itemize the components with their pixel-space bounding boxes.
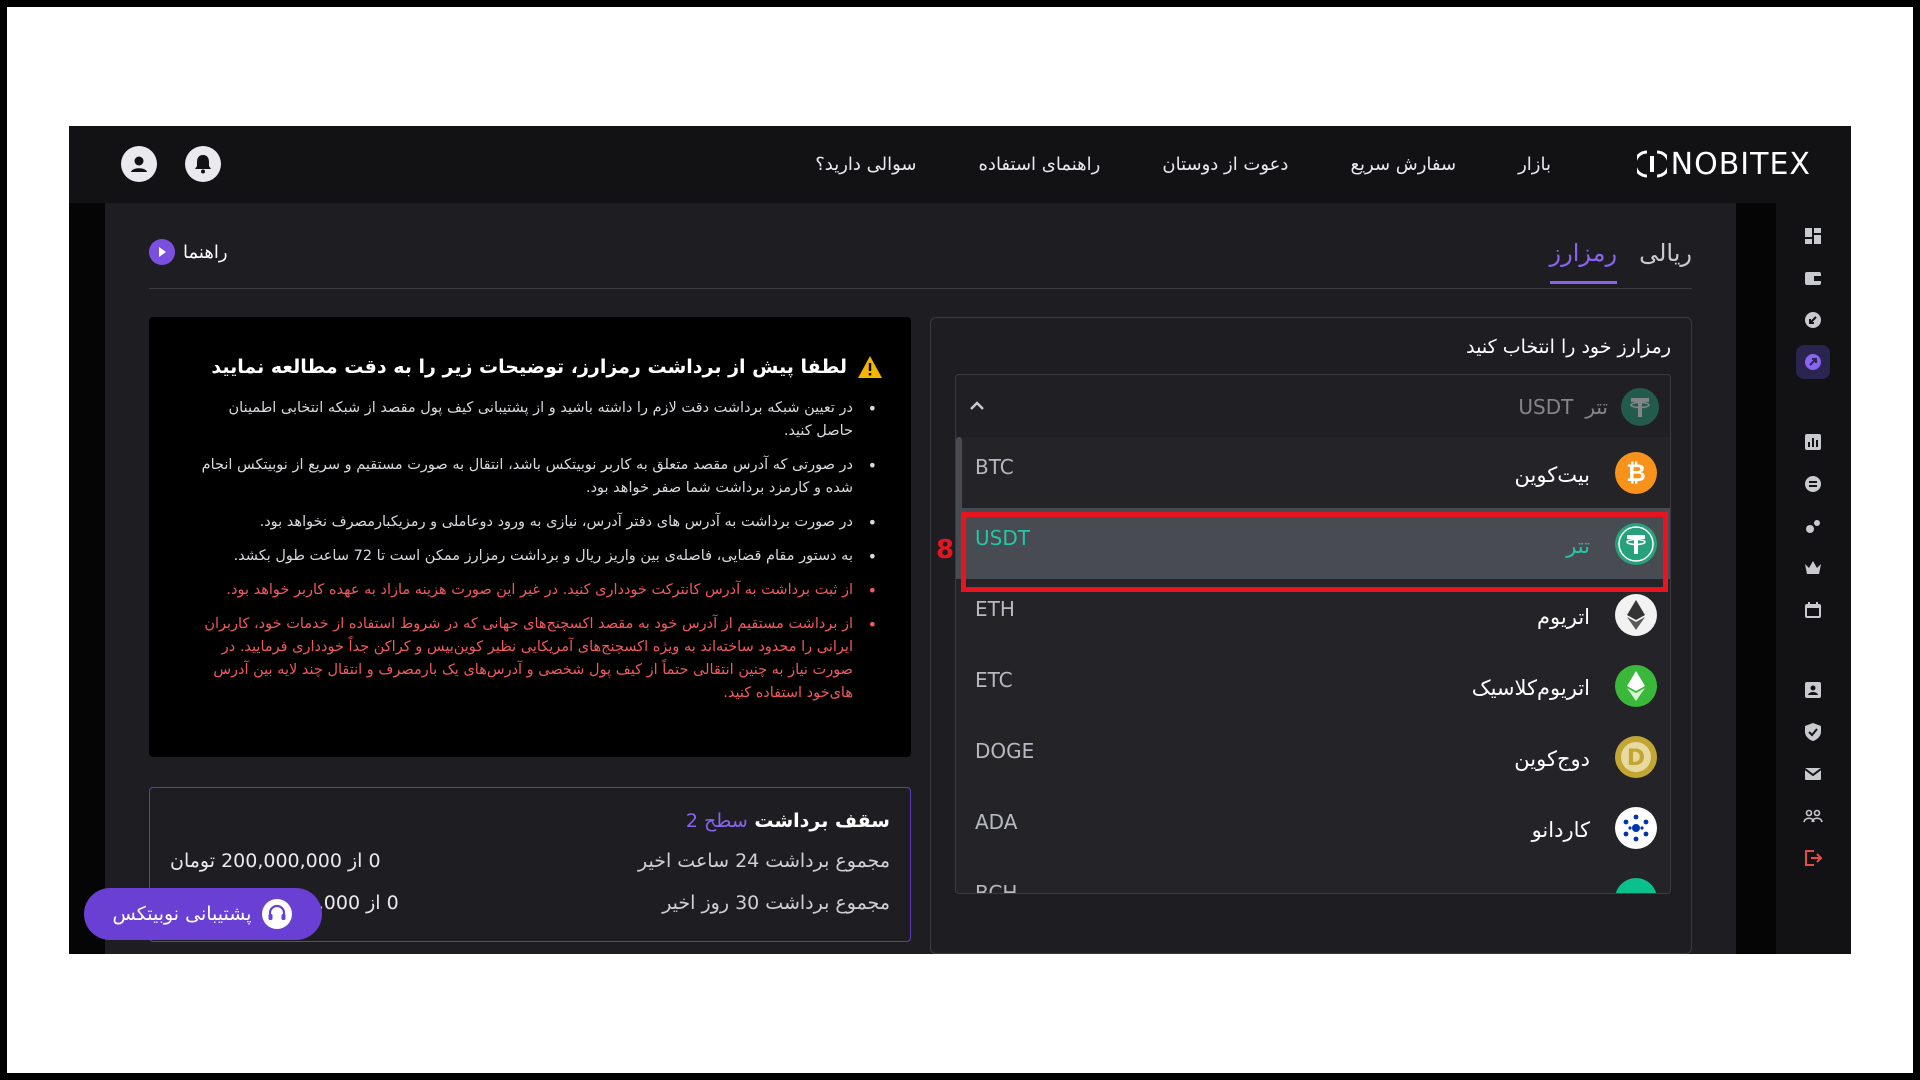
coin-option-name: اتریوم‌کلاسیک <box>1471 676 1590 700</box>
coin-option-name: بیت‌کوین <box>1514 463 1590 487</box>
user-profile-icon[interactable] <box>121 146 157 182</box>
nav-market[interactable]: بازار <box>1518 154 1551 175</box>
coin-option-doge[interactable]: DOGE دوج‌کوین D <box>956 721 1670 792</box>
notification-bell-icon[interactable] <box>185 146 221 182</box>
user-level-link[interactable]: سطح 2 <box>686 810 748 832</box>
svg-text:D: D <box>1627 746 1645 771</box>
coin-option-symbol: ADA <box>975 810 1018 834</box>
bitcoin-icon: ₿ <box>1615 452 1657 494</box>
support-chat-button[interactable]: پشتیبانی نوبیتکس <box>84 888 322 940</box>
logo-text: NOBITEX <box>1670 146 1811 182</box>
main-nav: بازار سفارش سریع دعوت از دوستان راهنمای … <box>815 126 1551 203</box>
withdraw-notice: لطفا پیش از برداشت رمزارز، توضیحات زیر ر… <box>149 317 911 757</box>
content-gutter-left <box>69 203 105 954</box>
coin-select-title: رمزارز خود را انتخاب کنید <box>1466 336 1671 358</box>
withdraw-icon[interactable] <box>1796 345 1830 379</box>
logout-icon[interactable] <box>1796 841 1830 875</box>
identity-card-icon[interactable] <box>1796 673 1830 707</box>
dashboard-icon[interactable] <box>1796 219 1830 253</box>
guide-label: راهنما <box>183 241 228 263</box>
dogecoin-icon: D <box>1615 736 1657 778</box>
coin-option-symbol: ETC <box>975 668 1013 692</box>
tab-crypto[interactable]: رمزارز <box>1549 239 1618 284</box>
coin-option-ada[interactable]: ADA کاردانو <box>956 792 1670 863</box>
coin-option-name: اتریوم <box>1537 605 1590 629</box>
limits-title: سقف برداشت سطح 2 <box>686 810 890 832</box>
selected-coin-symbol: USDT <box>1518 395 1574 419</box>
deposit-icon[interactable] <box>1796 303 1830 337</box>
play-icon <box>149 239 175 265</box>
tutorial-step-number: 8 <box>936 535 955 565</box>
tab-rial[interactable]: ریالی <box>1639 239 1692 284</box>
nobitex-logo[interactable]: NOBITEX <box>1633 144 1811 184</box>
side-rail <box>1776 203 1851 954</box>
notice-item: در صورتی که آدرس مقصد متعلق به کاربر نوب… <box>191 454 881 500</box>
tabs-divider <box>149 288 1692 289</box>
support-label: پشتیبانی نوبیتکس <box>112 903 252 925</box>
bitcoin-cash-icon <box>1615 878 1657 893</box>
coin-dropdown-header[interactable]: تتر USDT <box>956 375 1670 437</box>
content-gutter-right <box>1736 203 1776 954</box>
nav-questions[interactable]: سوالی دارید؟ <box>815 154 916 175</box>
top-navbar: NOBITEX بازار سفارش سریع دعوت از دوستان … <box>69 126 1851 203</box>
notice-title-text: لطفا پیش از برداشت رمزارز، توضیحات زیر ر… <box>211 356 847 378</box>
notice-warning-item: از برداشت مستقیم از آدرس خود به مقصد اکس… <box>191 613 881 705</box>
daily-limit-row: مجموع برداشت 24 ساعت اخیر 0 از 200,000,0… <box>170 850 890 880</box>
calendar-icon[interactable] <box>1796 593 1830 627</box>
coin-option-symbol: BCH <box>975 881 1018 894</box>
tether-icon <box>1621 388 1659 426</box>
exchange-icon[interactable] <box>1796 467 1830 501</box>
coin-option-name: کاردانو <box>1531 818 1590 842</box>
security-shield-icon[interactable] <box>1796 715 1830 749</box>
notice-item: به دستور مقام قضایی، فاصله‌ی بین واریز ر… <box>191 545 881 568</box>
nobitex-logo-mark-icon <box>1633 148 1671 180</box>
staking-icon[interactable] <box>1796 509 1830 543</box>
coin-select-card: رمزارز خود را انتخاب کنید تتر USDT BTC ب… <box>930 317 1692 954</box>
coin-option-etc[interactable]: ETC اتریوم‌کلاسیک <box>956 650 1670 721</box>
svg-text:₿: ₿ <box>1626 459 1646 487</box>
coin-option-symbol: ETH <box>975 597 1015 621</box>
guide-button[interactable]: راهنما <box>149 239 228 265</box>
warning-icon <box>858 356 882 378</box>
limits-title-text: سقف برداشت <box>754 810 890 832</box>
nav-invite-friends[interactable]: دعوت از دوستان <box>1162 154 1288 175</box>
chevron-up-icon[interactable] <box>966 395 988 417</box>
ethereum-icon <box>1615 594 1657 636</box>
withdraw-tabs: ریالی رمزارز <box>1549 239 1692 284</box>
coin-option-symbol: BTC <box>975 455 1014 479</box>
coin-dropdown[interactable]: تتر USDT BTC بیت‌کوین ₿ USDT تتر <box>955 374 1671 894</box>
crown-icon[interactable] <box>1796 551 1830 585</box>
coin-option-name: دوج‌کوین <box>1514 747 1590 771</box>
tutorial-highlight-box <box>961 512 1668 592</box>
monthly-limit-label: مجموع برداشت 30 روز اخیر <box>662 892 890 914</box>
notice-item: در تعیین شبکه برداشت دقت لازم را داشته ب… <box>191 397 881 443</box>
nav-quick-order[interactable]: سفارش سریع <box>1350 154 1456 175</box>
coin-option-symbol: DOGE <box>975 739 1035 763</box>
chart-icon[interactable] <box>1796 425 1830 459</box>
notice-item: در صورت برداشت به آدرس های دفتر آدرس، نی… <box>191 511 881 534</box>
cardano-icon <box>1615 807 1657 849</box>
notice-list: در تعیین شبکه برداشت دقت لازم را داشته ب… <box>191 397 881 716</box>
ethereum-classic-icon <box>1615 665 1657 707</box>
referral-users-icon[interactable] <box>1796 799 1830 833</box>
coin-option-list: BTC بیت‌کوین ₿ USDT تتر ETH اتریوم <box>956 437 1670 893</box>
coin-option-btc[interactable]: BTC بیت‌کوین ₿ <box>956 437 1670 508</box>
nav-user-guide[interactable]: راهنمای استفاده <box>979 154 1101 175</box>
notice-warning-item: از ثبت برداشت به آدرس کانترکت خودداری کن… <box>191 579 881 602</box>
coin-option-bch[interactable]: BCH <box>956 863 1670 894</box>
selected-coin: تتر USDT <box>1518 387 1660 427</box>
headset-support-icon <box>262 899 293 929</box>
notice-title: لطفا پیش از برداشت رمزارز، توضیحات زیر ر… <box>211 355 883 379</box>
messages-icon[interactable] <box>1796 757 1830 791</box>
selected-coin-name: تتر <box>1585 395 1608 419</box>
wallet-icon[interactable] <box>1796 261 1830 295</box>
daily-limit-value: 0 از 200,000,000 تومان <box>170 850 381 872</box>
daily-limit-label: مجموع برداشت 24 ساعت اخیر <box>638 850 890 872</box>
